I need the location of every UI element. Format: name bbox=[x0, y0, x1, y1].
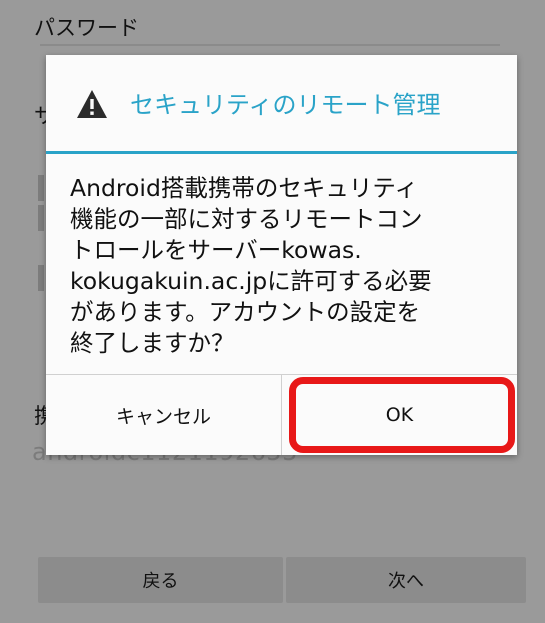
field-edge-mark bbox=[38, 265, 44, 291]
back-button[interactable]: 戻る bbox=[38, 557, 283, 603]
password-field-underline bbox=[40, 44, 500, 46]
dialog-header: セキュリティのリモート管理 bbox=[46, 55, 517, 152]
dialog-message: Android搭載携帯のセキュリティ 機能の一部に対するリモートコン トロールを… bbox=[70, 174, 432, 357]
password-label: パスワード bbox=[34, 16, 139, 40]
title-divider bbox=[46, 151, 517, 154]
next-button[interactable]: 次へ bbox=[286, 557, 526, 603]
ok-button[interactable]: OK bbox=[282, 375, 517, 455]
cancel-button[interactable]: キャンセル bbox=[46, 375, 281, 455]
warning-icon bbox=[76, 89, 108, 119]
remote-security-dialog: セキュリティのリモート管理 Android搭載携帯のセキュリティ 機能の一部に対… bbox=[46, 55, 517, 455]
field-edge-mark bbox=[38, 175, 44, 201]
dialog-title: セキュリティのリモート管理 bbox=[130, 91, 441, 119]
screen: パスワード サ 携 androidc1121192655 戻る 次へ セキュリテ… bbox=[0, 0, 545, 623]
field-edge-mark bbox=[38, 205, 44, 231]
